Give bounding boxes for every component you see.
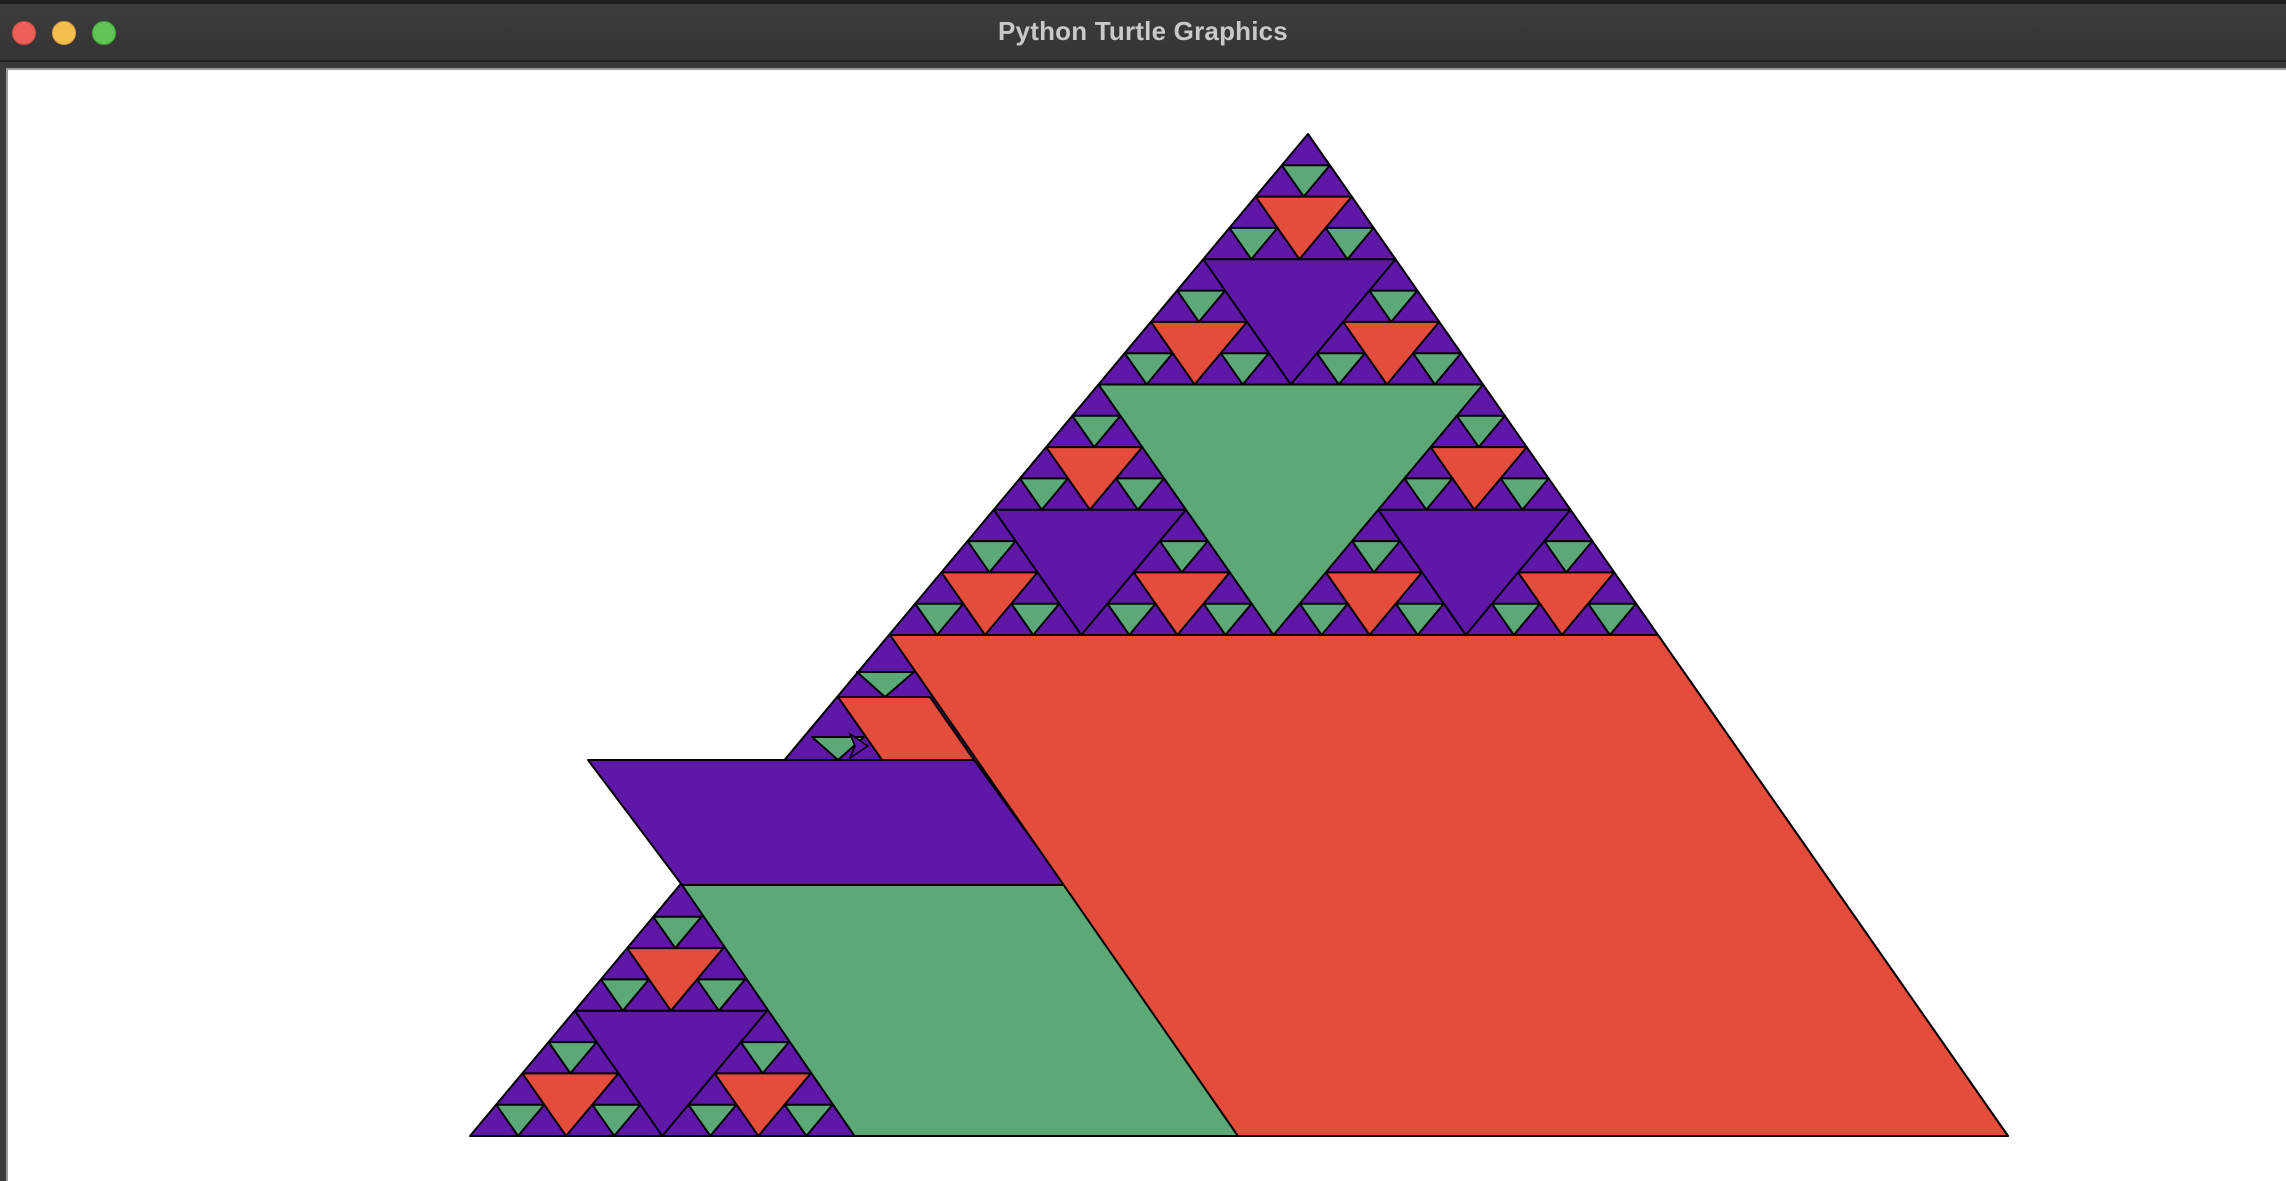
turtle-canvas-area[interactable] bbox=[6, 68, 2286, 1181]
title-bar-strip bbox=[0, 0, 2286, 4]
turtle-window: Python Turtle Graphics bbox=[0, 0, 2286, 1181]
sierpinski-triangle bbox=[469, 133, 2009, 1137]
sierpinski-drawing bbox=[469, 133, 2009, 1137]
title-bar[interactable]: Python Turtle Graphics bbox=[0, 0, 2286, 62]
window-title: Python Turtle Graphics bbox=[998, 16, 1288, 46]
